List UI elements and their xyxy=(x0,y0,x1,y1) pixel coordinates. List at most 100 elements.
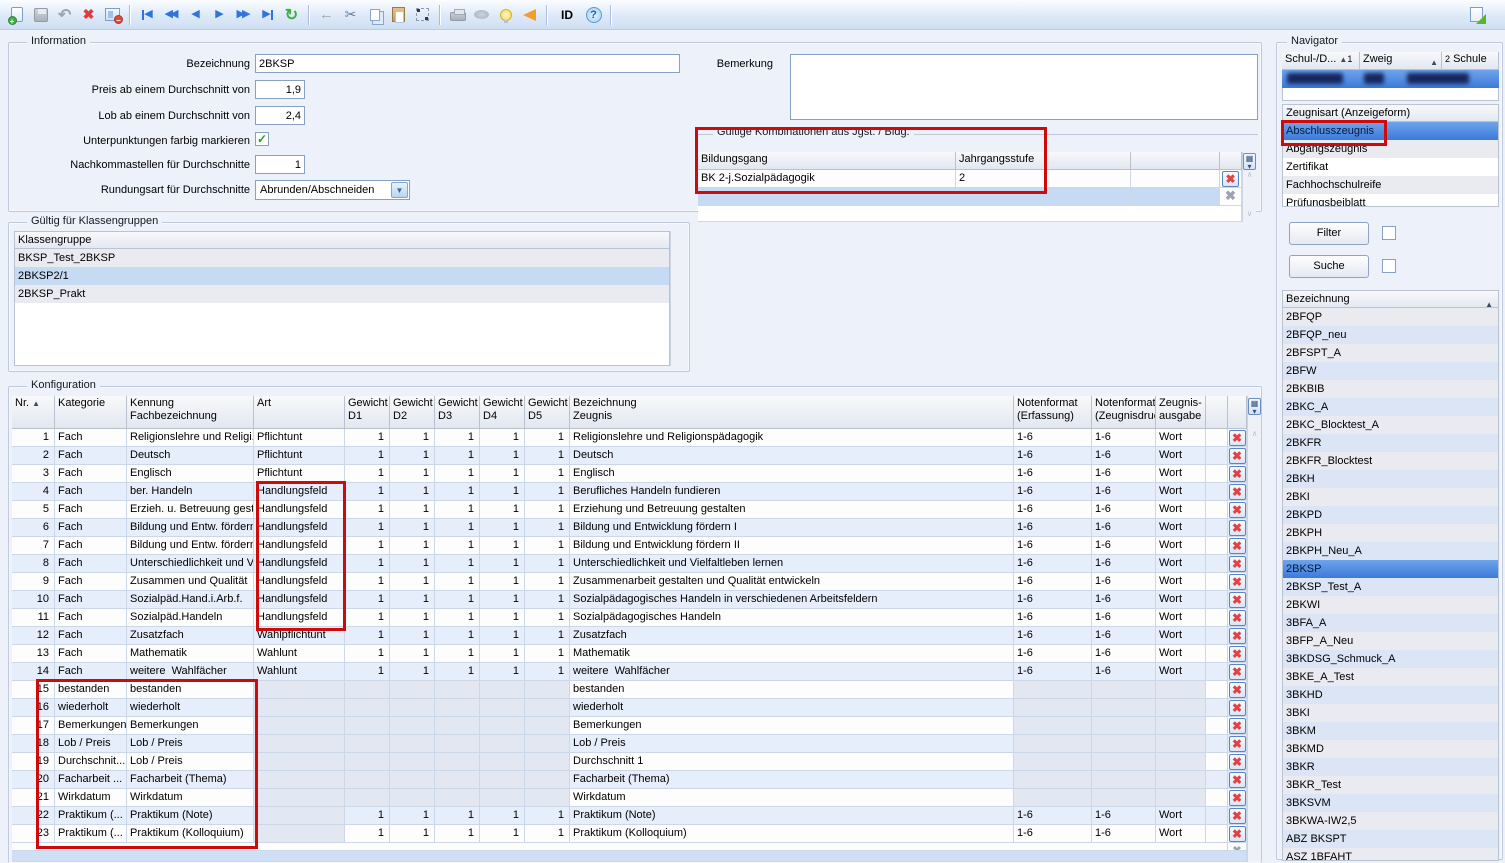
filter-button[interactable]: Filter xyxy=(1289,222,1369,245)
bezeichnung-item[interactable]: 3BFP_A_Neu xyxy=(1283,632,1498,650)
new-record-button[interactable]: + xyxy=(5,3,28,26)
cell[interactable]: 21 xyxy=(12,789,55,807)
cell[interactable]: Fach xyxy=(55,447,127,465)
save-button[interactable] xyxy=(29,3,52,26)
notify-button[interactable] xyxy=(518,3,541,26)
cell[interactable]: 1-6 xyxy=(1014,825,1092,843)
cell[interactable]: Fach xyxy=(55,537,127,555)
cell[interactable] xyxy=(480,735,525,753)
cell[interactable]: 1 xyxy=(525,501,570,519)
cell[interactable]: 1 xyxy=(480,447,525,465)
cell[interactable]: Fach xyxy=(55,555,127,573)
cell[interactable]: 7 xyxy=(12,537,55,555)
export-button[interactable] xyxy=(1465,3,1488,26)
rundungsart-dropdown[interactable]: Abrunden/Abschneiden ▼ xyxy=(255,180,410,200)
delete-row-icon[interactable]: ✖ xyxy=(1229,592,1246,608)
cell[interactable] xyxy=(254,789,345,807)
delete-row-icon[interactable]: ✖ xyxy=(1229,466,1246,482)
delete-row-icon[interactable]: ✖ xyxy=(1229,502,1246,518)
cell[interactable]: Facharbeit (Thema) xyxy=(570,771,1014,789)
cell[interactable] xyxy=(1156,753,1206,771)
cell[interactable]: Erzieh. u. Betreuung gest... xyxy=(127,501,254,519)
cell[interactable]: bestanden xyxy=(570,681,1014,699)
cell[interactable]: 1 xyxy=(435,645,480,663)
cell[interactable]: Pflichtunt xyxy=(254,429,345,447)
column-chooser-button[interactable]: ▦▾ xyxy=(1247,396,1261,429)
delete-row-icon[interactable]: ✖ xyxy=(1229,556,1246,572)
cell[interactable]: Praktikum (... xyxy=(55,807,127,825)
cell[interactable]: 1 xyxy=(390,807,435,825)
cell[interactable] xyxy=(345,789,390,807)
klassengruppen-row[interactable]: 2BKSP2/1 xyxy=(15,267,669,285)
cell[interactable]: Handlungsfeld xyxy=(254,519,345,537)
cell[interactable]: 1 xyxy=(345,465,390,483)
cell[interactable]: Praktikum (Kolloquium) xyxy=(127,825,254,843)
bezeichnung-item[interactable]: 2BKPH_Neu_A xyxy=(1283,542,1498,560)
cell[interactable]: Bildung und Entwicklung fördern I xyxy=(570,519,1014,537)
bezeichnung-item[interactable]: 3BKDSG_Schmuck_A xyxy=(1283,650,1498,668)
cell[interactable]: 1-6 xyxy=(1014,465,1092,483)
bezeichnung-item[interactable]: 2BKFR_Blocktest xyxy=(1283,452,1498,470)
konfiguration-row[interactable]: 18Lob / PreisLob / PreisLob / Preis✖ xyxy=(12,735,1247,753)
cell[interactable]: Wort xyxy=(1156,483,1206,501)
cell[interactable]: 1 xyxy=(390,591,435,609)
konfiguration-row[interactable]: 4Fachber. HandelnHandlungsfeld11111Beruf… xyxy=(12,483,1247,501)
cell[interactable] xyxy=(1156,735,1206,753)
cell[interactable]: Sozialpädagogisches Handeln in verschied… xyxy=(570,591,1014,609)
cell[interactable]: 1 xyxy=(525,519,570,537)
school-row-selected[interactable] xyxy=(1282,70,1499,88)
cell[interactable]: 1 xyxy=(525,429,570,447)
cell[interactable] xyxy=(1156,789,1206,807)
cell[interactable]: 1 xyxy=(345,627,390,645)
cell[interactable] xyxy=(254,771,345,789)
cell[interactable]: 1 xyxy=(390,627,435,645)
konfiguration-row[interactable]: 20Facharbeit ...Facharbeit (Thema)Fachar… xyxy=(12,771,1247,789)
cell[interactable]: 1-6 xyxy=(1014,519,1092,537)
cell[interactable]: 1 xyxy=(525,627,570,645)
cell[interactable]: Bildung und Entw. fördern I xyxy=(127,519,254,537)
cell[interactable]: Durchschnit... xyxy=(55,753,127,771)
cell[interactable]: Pflichtunt xyxy=(254,447,345,465)
cell[interactable]: Wort xyxy=(1156,627,1206,645)
cell[interactable]: 1-6 xyxy=(1092,645,1156,663)
cell[interactable]: 4 xyxy=(12,483,55,501)
cell[interactable]: Wort xyxy=(1156,537,1206,555)
cell[interactable]: 16 xyxy=(12,699,55,717)
cell[interactable]: 1-6 xyxy=(1092,429,1156,447)
cell[interactable]: 6 xyxy=(12,519,55,537)
cell[interactable]: Wort xyxy=(1156,663,1206,681)
cell[interactable]: Lob / Preis xyxy=(55,735,127,753)
cell[interactable] xyxy=(1092,699,1156,717)
bezeichnung-item[interactable]: 2BKWI xyxy=(1283,596,1498,614)
cell[interactable] xyxy=(254,735,345,753)
bezeichnung-item[interactable]: 2BKSP xyxy=(1283,560,1498,578)
cell[interactable]: Sozialpäd.Hand.i.Arb.f. xyxy=(127,591,254,609)
delete-row-icon[interactable]: ✖ xyxy=(1229,448,1246,464)
cell[interactable] xyxy=(1014,771,1092,789)
cell[interactable]: 1-6 xyxy=(1092,627,1156,645)
delete-button[interactable]: ✖ xyxy=(77,3,100,26)
cell[interactable]: 1-6 xyxy=(1014,627,1092,645)
cell[interactable]: Zusatzfach xyxy=(570,627,1014,645)
cell[interactable]: 1-6 xyxy=(1092,537,1156,555)
delete-row-icon[interactable]: ✖ xyxy=(1229,808,1246,824)
cell[interactable]: Fach xyxy=(55,573,127,591)
cell[interactable] xyxy=(1156,717,1206,735)
delete-row-icon[interactable]: ✖ xyxy=(1229,682,1246,698)
cell[interactable]: 1-6 xyxy=(1092,573,1156,591)
cell[interactable] xyxy=(390,753,435,771)
cell[interactable]: 1 xyxy=(525,807,570,825)
delete-row-icon[interactable]: ✖ xyxy=(1229,574,1246,590)
cell[interactable] xyxy=(1156,771,1206,789)
col-bildungsgang[interactable]: Bildungsgang xyxy=(698,152,956,170)
cell[interactable]: Wort xyxy=(1156,825,1206,843)
cell[interactable]: 1-6 xyxy=(1014,447,1092,465)
cell[interactable] xyxy=(254,681,345,699)
cell[interactable]: Handlungsfeld xyxy=(254,537,345,555)
bezeichnung-item[interactable]: 2BKPD xyxy=(1283,506,1498,524)
cell[interactable]: 1 xyxy=(390,663,435,681)
nachkommastellen-input[interactable] xyxy=(255,155,305,174)
cell[interactable]: 1-6 xyxy=(1092,591,1156,609)
konfiguration-row[interactable]: 11FachSozialpäd.HandelnHandlungsfeld1111… xyxy=(12,609,1247,627)
cell[interactable]: Berufliches Handeln fundieren xyxy=(570,483,1014,501)
